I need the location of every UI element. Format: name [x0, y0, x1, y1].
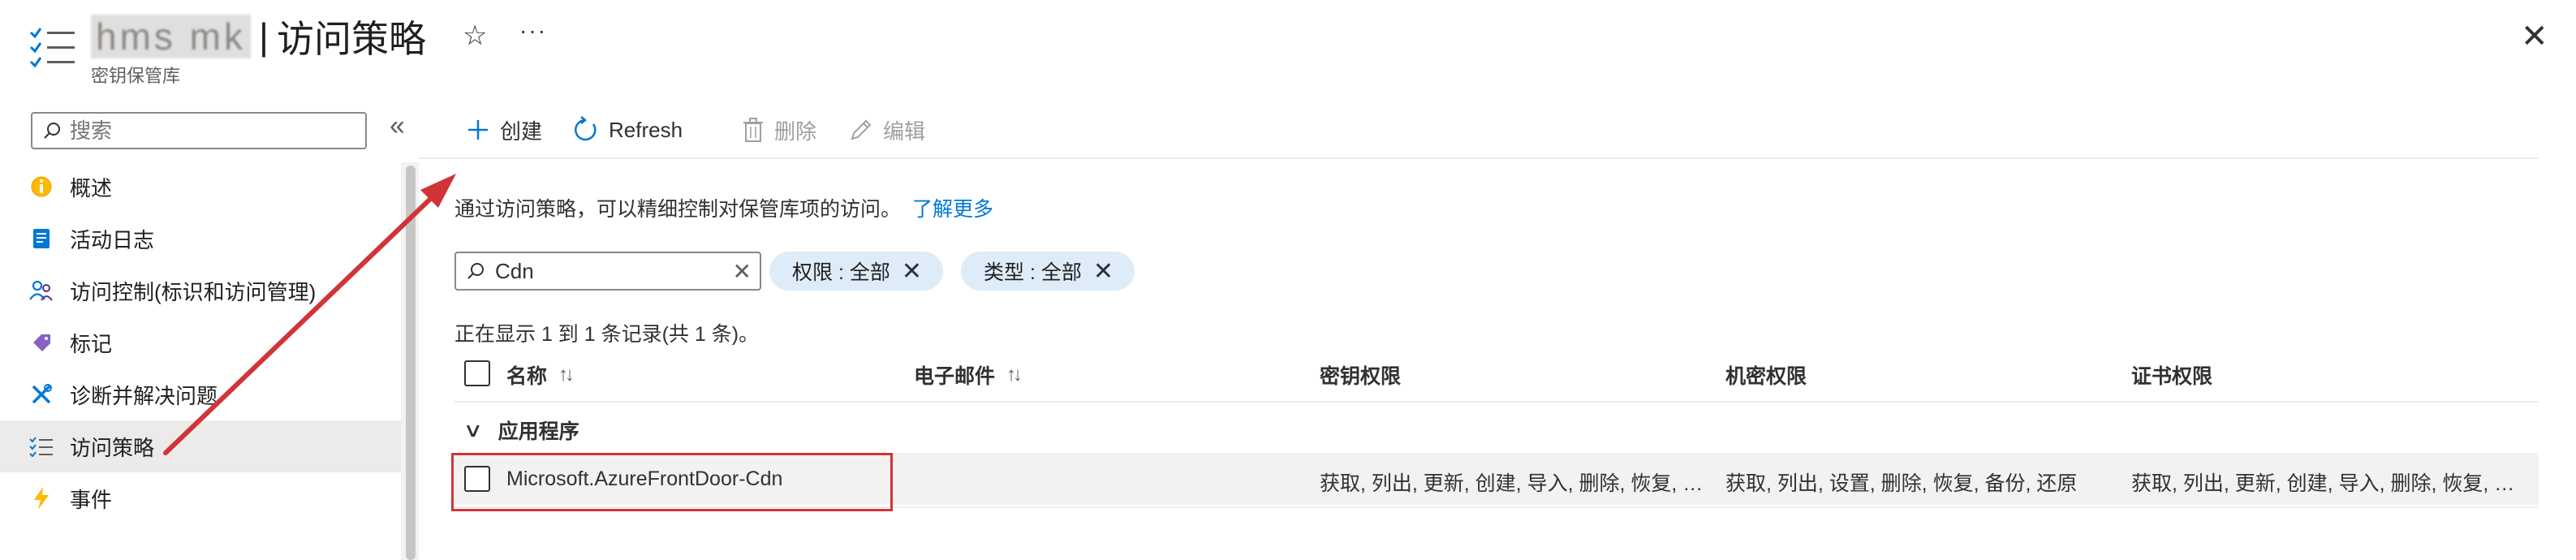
toolbar-divider [419, 157, 2539, 159]
column-label: 电子邮件 [914, 365, 996, 388]
clear-filter-icon[interactable]: ✕ [733, 258, 752, 285]
sidebar-item-diagnose[interactable]: 诊断并解决问题 [0, 368, 401, 420]
group-label: 应用程序 [498, 420, 579, 443]
create-label: 创建 [500, 118, 543, 144]
sidebar-item-label: 活动日志 [70, 227, 155, 252]
cell-key-permissions: 获取, 列出, 更新, 创建, 导入, 删除, 恢复, … [1320, 472, 1704, 495]
sidebar-item-label: 概述 [70, 175, 113, 200]
search-icon [44, 123, 60, 139]
plus-icon [468, 120, 488, 140]
sidebar-item-label: 标记 [70, 331, 113, 356]
sidebar-item-activity-log[interactable]: 活动日志 [0, 213, 401, 265]
page-title: hms mk | 访问策略 [91, 10, 426, 63]
sidebar-item-label: 事件 [70, 487, 113, 512]
sidebar-item-tags[interactable]: 标记 [0, 317, 401, 368]
search-icon [467, 263, 484, 279]
edit-label: 编辑 [883, 118, 926, 144]
cell-secret-permissions: 获取, 列出, 设置, 删除, 恢复, 备份, 还原 [1725, 472, 2078, 495]
column-header-secret-permissions: 机密权限 [1725, 365, 1807, 388]
select-all-checkbox[interactable] [464, 360, 490, 386]
sidebar-scrollbar-thumb[interactable] [406, 166, 416, 560]
lightning-icon [29, 486, 54, 510]
description: 通过访问策略，可以精细控制对保管库项的访问。 了解更多 [454, 193, 993, 222]
sidebar-item-label: 访问控制(标识和访问管理) [70, 279, 317, 304]
column-header-certificate-permissions: 证书权限 [2131, 365, 2213, 388]
chevron-down-icon[interactable]: ∨ [463, 419, 483, 442]
group-header-applications[interactable]: ∨ 应用程序 [463, 416, 579, 445]
description-text: 通过访问策略，可以精细控制对保管库项的访问。 [454, 198, 902, 221]
sort-icon[interactable]: ↑↓ [1006, 364, 1023, 386]
pencil-icon [851, 119, 872, 140]
sidebar-item-label: 访问策略 [70, 435, 155, 460]
sidebar-search[interactable] [31, 112, 367, 149]
sidebar-item-access-policies[interactable]: 访问策略 [0, 420, 401, 472]
header-divider [454, 401, 2539, 403]
sort-icon[interactable]: ↑↓ [558, 364, 575, 386]
refresh-button[interactable]: Refresh [571, 112, 683, 148]
activity-log-icon [29, 226, 54, 251]
column-header-name[interactable]: 名称 ↑↓ [506, 360, 575, 390]
pill-label: 权限 : 全部 [792, 261, 890, 284]
people-icon [29, 278, 54, 303]
filter-box[interactable]: ✕ [454, 252, 761, 291]
learn-more-link[interactable]: 了解更多 [912, 198, 993, 221]
trash-icon [743, 118, 763, 142]
column-header-key-permissions: 密钥权限 [1320, 365, 1402, 388]
remove-pill-icon[interactable]: ✕ [1093, 257, 1114, 286]
sidebar-item-access-control[interactable]: 访问控制(标识和访问管理) [0, 265, 401, 317]
sidebar-item-label: 诊断并解决问题 [70, 383, 218, 408]
column-header-email[interactable]: 电子邮件 ↑↓ [914, 360, 1023, 390]
filter-input[interactable] [493, 257, 716, 285]
resource-type-subtitle: 密钥保管库 [91, 66, 181, 86]
delete-label: 删除 [774, 118, 817, 144]
refresh-label: Refresh [609, 117, 683, 142]
permission-filter-pill[interactable]: 权限 : 全部 ✕ [769, 252, 943, 291]
resource-name: hms mk [91, 15, 251, 58]
delete-button[interactable]: 删除 [742, 112, 816, 148]
result-count: 正在显示 1 到 1 条记录(共 1 条)。 [454, 323, 760, 346]
favorite-star-icon[interactable]: ☆ [463, 19, 487, 52]
annotation-highlight-box [451, 453, 893, 511]
access-policies-icon [29, 24, 78, 70]
list-check-icon [29, 434, 54, 459]
close-icon[interactable]: ✕ [2521, 18, 2548, 55]
sidebar-item-events[interactable]: 事件 [0, 472, 401, 524]
sidebar-search-input[interactable] [68, 117, 347, 144]
cell-certificate-permissions: 获取, 列出, 更新, 创建, 导入, 删除, 恢复, … [2131, 472, 2515, 495]
pill-label: 类型 : 全部 [984, 261, 1082, 284]
title-separator: | [259, 15, 269, 58]
type-filter-pill[interactable]: 类型 : 全部 ✕ [961, 252, 1135, 291]
wrench-icon [29, 382, 54, 407]
refresh-icon [575, 116, 597, 141]
page-title-text: 访问策略 [276, 18, 426, 60]
remove-pill-icon[interactable]: ✕ [902, 257, 922, 286]
column-label: 名称 [506, 365, 548, 388]
overview-icon [29, 174, 54, 199]
collapse-sidebar-icon[interactable]: « [390, 110, 405, 142]
sidebar-item-overview[interactable]: 概述 [0, 161, 401, 213]
more-options-icon[interactable]: ··· [519, 18, 547, 44]
create-button[interactable]: 创建 [466, 112, 542, 148]
edit-button[interactable]: 编辑 [849, 112, 925, 148]
tag-icon [29, 330, 54, 355]
